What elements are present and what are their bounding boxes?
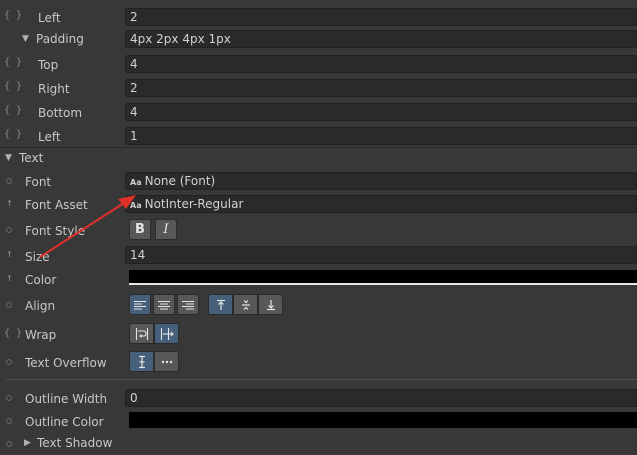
color-alpha-bar <box>129 283 637 285</box>
size-row: ↑ Size 14 <box>0 244 637 266</box>
size-label: Size <box>25 250 50 264</box>
outline-width-field[interactable]: 0 <box>125 389 637 407</box>
padding-right-label: Right <box>38 82 70 96</box>
align-label: Align <box>25 299 56 313</box>
font-asset-object-field[interactable]: Aa NotInter-Regular <box>125 195 637 213</box>
padding-top-field[interactable]: 4 <box>125 55 637 73</box>
padding-field[interactable]: 4px 2px 4px 1px <box>125 30 637 48</box>
unset-dot-icon <box>6 441 12 447</box>
padding-left-label: Left <box>38 130 61 144</box>
align-middle-icon <box>241 299 250 310</box>
outline-color-swatch[interactable] <box>129 412 637 428</box>
padding-bottom-row: { } Bottom 4 <box>0 101 637 123</box>
align-middle-button[interactable] <box>233 294 258 315</box>
padding-bottom-label: Bottom <box>38 106 83 120</box>
font-asset-icon: Aa <box>130 201 142 210</box>
margin-left-field[interactable]: 2 <box>125 8 637 26</box>
braces-icon: { } <box>4 57 23 68</box>
align-row: Align <box>0 293 637 317</box>
text-shadow-label: Text Shadow <box>37 436 113 450</box>
wrap-row: { } Wrap <box>0 322 637 346</box>
align-center-button[interactable] <box>153 294 175 315</box>
align-bottom-button[interactable] <box>258 294 283 315</box>
outline-color-label: Outline Color <box>25 415 104 429</box>
wrap-label: Wrap <box>25 328 57 342</box>
padding-foldout-icon[interactable]: ▼ <box>22 34 29 44</box>
color-label: Color <box>25 273 57 287</box>
bold-toggle[interactable]: B <box>129 219 151 240</box>
unset-dot-icon <box>6 395 12 401</box>
font-asset-icon: Aa <box>130 178 142 187</box>
margin-left-row: { } Left 2 <box>0 6 637 28</box>
braces-icon: { } <box>4 81 23 92</box>
align-left-icon <box>134 300 146 309</box>
braces-icon: { } <box>4 129 23 140</box>
ellipsis-icon <box>161 360 172 363</box>
text-cursor-icon <box>138 355 145 368</box>
font-label: Font <box>25 175 52 189</box>
align-top-icon <box>216 299 225 310</box>
unset-dot-icon <box>6 178 12 184</box>
braces-icon: { } <box>4 105 23 116</box>
text-overflow-label: Text Overflow <box>25 356 107 370</box>
align-left-button[interactable] <box>129 294 151 315</box>
unset-dot-icon <box>6 227 12 233</box>
overflow-clip-button[interactable] <box>129 351 154 372</box>
padding-bottom-field[interactable]: 4 <box>125 103 637 121</box>
align-top-button[interactable] <box>208 294 233 315</box>
text-foldout-icon[interactable]: ▼ <box>5 153 12 163</box>
font-object-field[interactable]: Aa None (Font) <box>125 172 637 190</box>
align-center-icon <box>158 300 170 309</box>
text-section-header[interactable]: ▼ Text <box>0 148 637 168</box>
font-row: Font Aa None (Font) <box>0 170 637 192</box>
no-wrap-icon <box>160 327 174 340</box>
outline-width-label: Outline Width <box>25 392 108 406</box>
font-asset-label: Font Asset <box>25 198 88 212</box>
text-shadow-row: ▶ Text Shadow <box>0 433 637 455</box>
font-asset-value: NotInter-Regular <box>144 197 244 211</box>
unset-dot-icon <box>6 359 12 365</box>
padding-left-row: { } Left 1 <box>0 125 637 147</box>
font-style-row: Font Style B I <box>0 218 637 242</box>
padding-row: ▼ Padding 4px 2px 4px 1px <box>0 29 637 51</box>
align-right-icon <box>182 300 194 309</box>
braces-icon: { } <box>4 328 23 339</box>
divider <box>6 379 637 380</box>
italic-toggle[interactable]: I <box>155 219 177 240</box>
text-overflow-row: Text Overflow <box>0 350 637 374</box>
font-style-label: Font Style <box>25 224 86 238</box>
wrap-icon <box>135 327 148 340</box>
padding-label: Padding <box>36 32 84 46</box>
outline-width-row: Outline Width 0 <box>0 387 637 409</box>
padding-right-field[interactable]: 2 <box>125 79 637 97</box>
color-row: ↑ Color <box>0 268 637 290</box>
margin-left-label: Left <box>38 11 61 25</box>
inherited-arrow-icon: ↑ <box>6 271 13 284</box>
padding-top-label: Top <box>38 58 59 72</box>
outline-color-row: Outline Color <box>0 410 637 432</box>
inherited-arrow-icon: ↑ <box>6 247 13 260</box>
font-asset-row: ↑ Font Asset Aa NotInter-Regular <box>0 193 637 215</box>
unset-dot-icon <box>6 418 12 424</box>
unset-dot-icon <box>6 302 12 308</box>
wrap-nowrap-button[interactable] <box>154 323 179 344</box>
inherited-arrow-icon: ↑ <box>6 196 13 209</box>
braces-icon: { } <box>4 10 23 21</box>
padding-top-row: { } Top 4 <box>0 53 637 75</box>
size-field[interactable]: 14 <box>125 246 637 264</box>
font-value: None (Font) <box>144 174 216 188</box>
align-bottom-icon <box>266 299 275 310</box>
align-right-button[interactable] <box>177 294 199 315</box>
text-section-title: Text <box>19 151 44 165</box>
wrap-normal-button[interactable] <box>129 323 154 344</box>
text-shadow-foldout-icon[interactable]: ▶ <box>24 438 31 448</box>
overflow-ellipsis-button[interactable] <box>154 351 179 372</box>
padding-left-field[interactable]: 1 <box>125 127 637 145</box>
divider <box>0 290 637 291</box>
padding-right-row: { } Right 2 <box>0 77 637 99</box>
